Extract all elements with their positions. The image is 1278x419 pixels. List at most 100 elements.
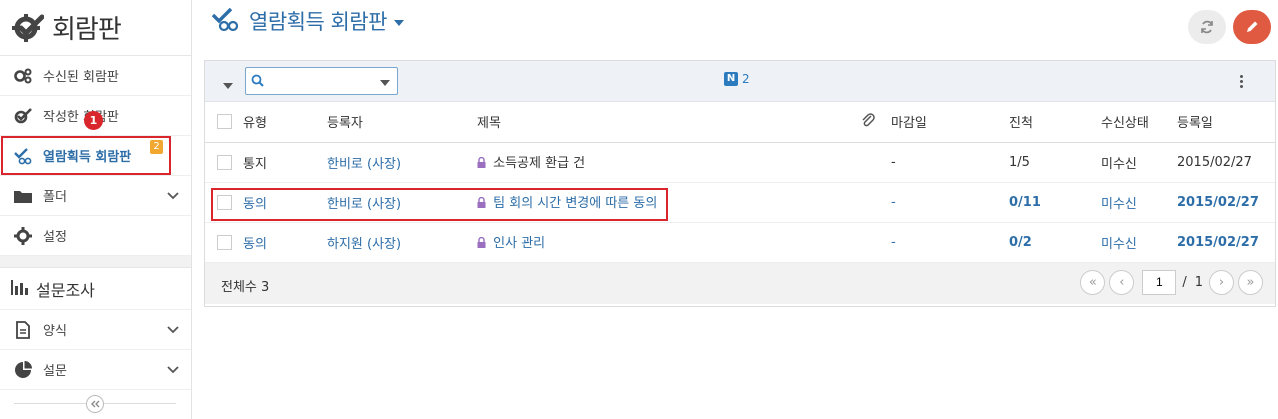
attachment-header-cell [861, 102, 891, 143]
table-row[interactable]: 동의 한비로 (사장) 팀 회의 시간 변경에 따른 동의 - 0/11 미수신… [205, 182, 1275, 223]
section-title: 설문조사 [36, 280, 95, 300]
row-attachment [861, 222, 891, 263]
gears-icon [12, 65, 34, 87]
sidebar-item-survey[interactable]: 설문 [0, 350, 191, 390]
section-header-survey[interactable]: 설문조사 [0, 268, 191, 310]
chevron-down-icon[interactable] [167, 363, 179, 378]
row-attachment [861, 142, 891, 183]
unread-count-badge: 2 [150, 140, 163, 154]
double-chevron-left-icon [91, 400, 100, 408]
row-checkbox[interactable] [217, 154, 232, 170]
row-progress: 0/11 [1009, 182, 1101, 223]
pencil-icon [1247, 21, 1258, 32]
sidebar-header: 회람판 [0, 0, 191, 56]
lock-icon [477, 196, 486, 212]
bulk-action-dropdown[interactable] [223, 83, 233, 89]
sidebar-item-label: 작성한 회람판 [43, 110, 119, 125]
check-gear-icon [12, 105, 34, 127]
col-header-type[interactable]: 유형 [243, 102, 327, 143]
last-page-button[interactable]: » [1238, 269, 1263, 295]
row-attachment [861, 182, 891, 223]
write-button[interactable] [1233, 10, 1271, 44]
row-deadline: - [891, 222, 1009, 263]
select-all-checkbox[interactable] [217, 114, 232, 130]
row-deadline: - [891, 142, 1009, 183]
gear-icon [12, 225, 34, 247]
lock-icon [477, 236, 486, 252]
lock-icon [477, 156, 486, 172]
row-title[interactable]: 인사 관리 [493, 236, 545, 251]
table-header-row: 유형 등록자 제목 마감일 진척 수신상태 등록일 [205, 102, 1275, 143]
paperclip-icon [862, 112, 875, 127]
list-footer: 전체수 3 « ‹ / 1 › » [205, 262, 1275, 304]
app-title: 회람판 [52, 15, 122, 45]
row-date: 2015/02/27 [1177, 222, 1275, 263]
page-separator: / [1182, 274, 1187, 290]
sidebar-item-form[interactable]: 양식 [0, 310, 191, 350]
table-row[interactable]: 동의 하지원 (사장) 인사 관리 - 0/2 미수신 2015/02/27 [205, 222, 1275, 263]
row-author[interactable]: 한비로 (사장) [327, 182, 477, 223]
row-title[interactable]: 팀 회의 시간 변경에 따른 동의 [493, 196, 657, 211]
pie-chart-icon [12, 359, 34, 381]
row-checkbox-cell [205, 142, 243, 183]
row-author[interactable]: 한비로 (사장) [327, 142, 477, 183]
list-toolbar: N 2 [205, 61, 1275, 102]
first-page-button[interactable]: « [1080, 269, 1106, 295]
select-all-cell [205, 102, 243, 143]
row-progress: 0/2 [1009, 222, 1101, 263]
row-type: 동의 [243, 182, 327, 223]
list-panel: N 2 유형 등록자 제목 마감일 진척 수신상태 등록일 통지 한비로 (사장… [204, 60, 1276, 307]
page-number-input[interactable] [1142, 269, 1177, 295]
bar-chart-icon [10, 278, 30, 300]
row-author[interactable]: 하지원 (사장) [327, 222, 477, 263]
row-checkbox[interactable] [217, 234, 232, 250]
page-total: 1 [1194, 274, 1203, 290]
col-header-progress[interactable]: 진척 [1009, 102, 1101, 143]
link-gear-icon [12, 145, 34, 167]
row-date: 2015/02/27 [1177, 182, 1275, 223]
row-date: 2015/02/27 [1177, 142, 1275, 183]
row-checkbox-cell [205, 182, 243, 223]
sidebar-item-label: 설정 [43, 230, 67, 245]
row-progress: 1/5 [1009, 142, 1101, 183]
sidebar-separator [0, 256, 191, 268]
col-header-author[interactable]: 등록자 [327, 102, 477, 143]
row-checkbox[interactable] [217, 194, 232, 210]
new-count: 2 [742, 72, 750, 86]
row-checkbox-cell [205, 222, 243, 263]
col-header-date[interactable]: 등록일 [1177, 102, 1275, 143]
table-row[interactable]: 통지 한비로 (사장) 소득공제 환급 건 - 1/5 미수신 2015/02/… [205, 142, 1275, 183]
col-header-title[interactable]: 제목 [477, 102, 861, 143]
sidebar-item-label: 설문 [43, 364, 67, 379]
search-option-dropdown[interactable] [380, 80, 390, 86]
collapse-sidebar-button[interactable] [86, 395, 104, 413]
sidebar: 회람판 수신된 회람판 작성한 회람판 열람획득 회람판 2 1 폴더 설정 설… [0, 0, 192, 419]
caret-down-icon[interactable] [393, 20, 404, 26]
app-logo-icon [10, 10, 46, 46]
row-title[interactable]: 소득공제 환급 건 [493, 156, 585, 171]
refresh-button[interactable] [1188, 10, 1226, 44]
row-title-cell[interactable]: 인사 관리 [477, 222, 861, 263]
col-header-status[interactable]: 수신상태 [1101, 102, 1177, 143]
search-box[interactable] [245, 67, 398, 95]
row-title-cell[interactable]: 팀 회의 시간 변경에 따른 동의 [477, 182, 861, 223]
next-page-button[interactable]: › [1209, 269, 1234, 295]
col-header-deadline[interactable]: 마감일 [891, 102, 1009, 143]
new-items-indicator[interactable]: N 2 [724, 72, 750, 86]
chevron-down-icon[interactable] [167, 323, 179, 338]
search-icon [251, 74, 264, 91]
sidebar-item-received[interactable]: 수신된 회람판 [0, 56, 191, 96]
row-status: 미수신 [1101, 142, 1177, 183]
chevron-down-icon[interactable] [167, 189, 179, 204]
pagination: « ‹ / 1 › » [1076, 269, 1263, 295]
search-input[interactable] [268, 71, 373, 91]
page-header[interactable]: 열람획득 회람판 [211, 6, 404, 36]
sidebar-item-label: 폴더 [43, 190, 67, 205]
sidebar-item-label: 수신된 회람판 [43, 70, 119, 85]
sidebar-item-settings[interactable]: 설정 [0, 216, 191, 256]
more-options-icon[interactable] [1240, 75, 1243, 90]
prev-page-button[interactable]: ‹ [1109, 269, 1135, 295]
sidebar-item-folder[interactable]: 폴더 [0, 176, 191, 216]
refresh-icon [1201, 20, 1213, 34]
row-title-cell[interactable]: 소득공제 환급 건 [477, 142, 861, 183]
